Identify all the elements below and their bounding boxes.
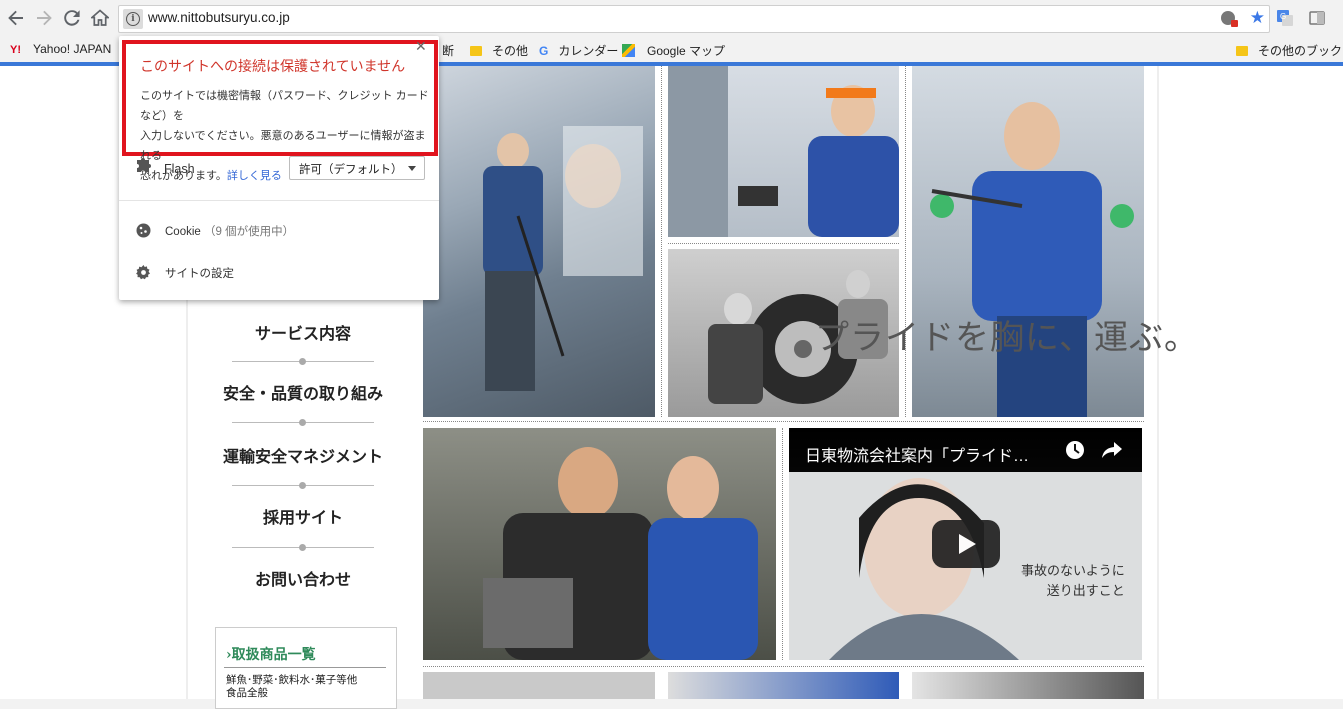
share-icon[interactable]: [1101, 440, 1123, 460]
chevron-down-icon: [408, 166, 416, 171]
flash-label: Flash: [164, 162, 195, 176]
reload-icon: [64, 10, 80, 26]
photo-bottom-3: [912, 672, 1144, 699]
insecure-warning-box: このサイトへの接続は保護されていません このサイトでは機密情報（パスワード、クレ…: [122, 40, 438, 182]
site-info-button[interactable]: i: [123, 9, 143, 29]
products-desc: 鮮魚･野菜･飲料水･菓子等他 食品全般: [226, 674, 358, 699]
worker-photo-image: [483, 126, 643, 391]
video-player[interactable]: 日東物流会社案内「プライド… 事故のないように 送り出すこと: [789, 428, 1142, 660]
blocked-content-icon[interactable]: [1221, 11, 1238, 27]
flash-permission-row: Flash 許可（デフォルト）: [119, 154, 439, 190]
cookie-icon: [136, 223, 151, 238]
google-icon: G: [539, 44, 549, 58]
watch-later-icon[interactable]: [1065, 440, 1085, 460]
play-button[interactable]: [932, 520, 1000, 568]
bookmark-other[interactable]: その他: [470, 42, 528, 59]
photo-driver-cab: [668, 66, 899, 237]
menu-service[interactable]: サービス内容: [222, 320, 384, 344]
gear-icon: [136, 265, 150, 280]
menu-transport-safety[interactable]: 運輸安全マネジメント: [222, 443, 384, 467]
products-banner[interactable]: ›取扱商品一覧 鮮魚･野菜･飲料水･菓子等他 食品全般: [215, 627, 397, 709]
puzzle-icon: [137, 158, 151, 172]
smiling-worker-image: [930, 102, 1134, 417]
driver-photo-image: [668, 66, 899, 237]
reload-button[interactable]: [60, 6, 84, 30]
site-info-popup: このサイトへの接続は保護されていません このサイトでは機密情報（パスワード、クレ…: [119, 36, 439, 300]
home-button[interactable]: [88, 6, 112, 30]
close-icon[interactable]: ✕: [415, 38, 427, 55]
menu-contact[interactable]: お問い合わせ: [222, 566, 384, 590]
bookmark-folder[interactable]: 断: [442, 42, 454, 59]
photo-bottom-2: [668, 672, 899, 699]
bookmark-other-bookmarks[interactable]: その他のブックマーク: [1236, 42, 1343, 59]
extension-icon[interactable]: [1308, 9, 1326, 27]
browser-toolbar: i www.nittobutsuryu.co.jp ★ G: [0, 0, 1343, 37]
bookmark-maps[interactable]: Google マップ: [622, 42, 725, 59]
video-title[interactable]: 日東物流会社案内「プライド…: [805, 442, 1029, 466]
engine-photo-image: [483, 447, 758, 660]
site-settings-row[interactable]: サイトの設定: [119, 262, 439, 286]
site-settings-label: サイトの設定: [165, 268, 234, 280]
bookmark-star-icon[interactable]: ★: [1250, 8, 1265, 28]
yahoo-icon: Y!: [10, 44, 21, 56]
photo-smiling-worker: [912, 66, 1144, 417]
folder-icon: [1236, 46, 1248, 56]
translate-icon[interactable]: G: [1276, 9, 1294, 27]
photo-engine-work: [423, 428, 776, 660]
arrow-left-icon: [8, 10, 23, 26]
folder-icon: [470, 46, 482, 56]
cookie-label: Cookie: [165, 226, 201, 238]
arrow-right-icon: [37, 10, 52, 26]
menu-safety-quality[interactable]: 安全・品質の取り組み: [222, 380, 384, 404]
menu-recruit[interactable]: 採用サイト: [222, 504, 384, 528]
address-bar[interactable]: i www.nittobutsuryu.co.jp ★: [118, 5, 1270, 33]
tagline: プライドを胸に、運ぶ。: [815, 318, 1199, 358]
back-button[interactable]: [4, 6, 28, 30]
photo-bottom-1: [423, 672, 655, 699]
video-caption: 事故のないように 送り出すこと: [1021, 564, 1125, 599]
forward-button[interactable]: [32, 6, 56, 30]
insecure-warning-title: このサイトへの接続は保護されていません: [140, 58, 406, 74]
cookie-row[interactable]: Cookie （9 個が使用中）: [119, 220, 439, 244]
bookmark-calendar[interactable]: G カレンダー: [539, 42, 618, 59]
info-icon: i: [126, 12, 140, 26]
maps-icon: [622, 44, 635, 57]
cookie-count: （9 個が使用中）: [204, 226, 295, 238]
products-title: ›取扱商品一覧: [226, 647, 316, 663]
url-text: www.nittobutsuryu.co.jp: [148, 10, 290, 25]
home-icon: [89, 9, 111, 26]
photo-washing-truck: [423, 66, 655, 417]
flash-permission-select[interactable]: 許可（デフォルト）: [289, 156, 425, 180]
bookmark-yahoo[interactable]: Y! Yahoo! JAPAN: [10, 42, 111, 56]
svg-text:G: G: [1280, 12, 1286, 21]
